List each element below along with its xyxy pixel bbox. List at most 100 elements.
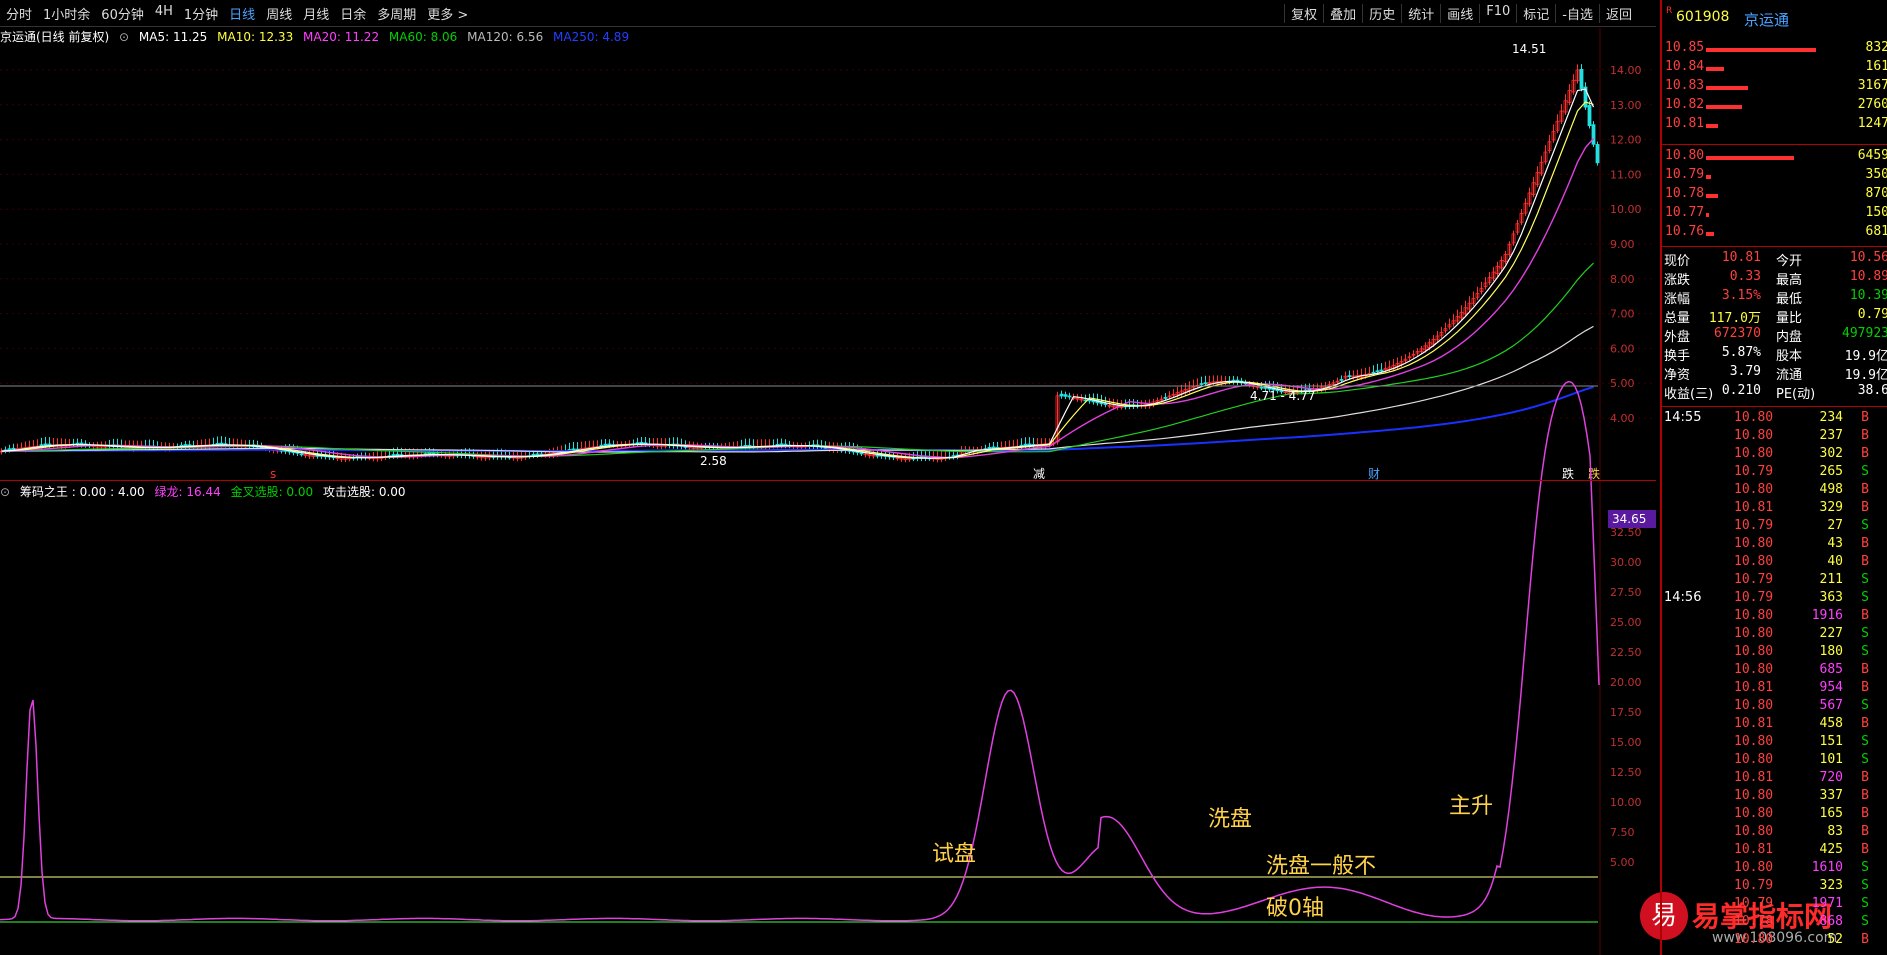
stat-label: 外盘 bbox=[1664, 330, 1691, 345]
candle-body bbox=[1259, 386, 1264, 389]
tick-volume: 227 bbox=[1819, 626, 1843, 641]
tick-price: 10.79 bbox=[1734, 896, 1774, 911]
candle-body bbox=[1379, 369, 1384, 372]
stat-label-2: 流通 bbox=[1776, 368, 1803, 383]
indicator-jincha: 金叉选股: 0.00 bbox=[230, 485, 314, 499]
price-tick-label: 5.00 bbox=[1610, 377, 1635, 390]
bid-volume-bar bbox=[1706, 194, 1718, 198]
ask-volume-bar bbox=[1706, 48, 1816, 52]
candle-body bbox=[1199, 383, 1204, 385]
tick-volume: 720 bbox=[1819, 770, 1843, 785]
tick-volume: 265 bbox=[1819, 464, 1843, 479]
tick-side: B bbox=[1861, 716, 1869, 731]
quote-panel: R 601908 京运通 10.85 832 10.84 161 10.83 3167 10… bbox=[1660, 0, 1887, 955]
tick-volume: 1610 bbox=[1811, 860, 1843, 875]
stat-row-7: 收益(三) 0.210 PE(动) 38.6 bbox=[1662, 383, 1887, 402]
tick-side: S bbox=[1861, 896, 1869, 911]
tick-price: 10.80 bbox=[1734, 788, 1774, 803]
tick-volume: 27 bbox=[1827, 518, 1843, 533]
tick-side: B bbox=[1861, 806, 1869, 821]
ma60-line bbox=[1, 262, 1594, 457]
candle-body bbox=[39, 444, 44, 447]
indicator-settings-icon[interactable]: ⊙ bbox=[0, 485, 10, 499]
tick-volume: 211 bbox=[1819, 572, 1843, 587]
candle-body bbox=[1591, 124, 1596, 145]
tick-row-13: 10.80 180 S bbox=[1662, 644, 1887, 663]
tick-volume: 425 bbox=[1819, 842, 1843, 857]
tick-side: S bbox=[1861, 590, 1869, 605]
price-tick-label: 7.00 bbox=[1610, 308, 1635, 321]
indicator-tick-label: 20.00 bbox=[1610, 676, 1642, 689]
stat-label: 涨跌 bbox=[1664, 273, 1691, 288]
candle-body bbox=[859, 452, 864, 455]
candle-body bbox=[395, 453, 400, 457]
ask-volume: 832 bbox=[1865, 40, 1887, 55]
tick-price: 10.80 bbox=[1734, 806, 1774, 821]
tick-row-29: 10.80 52 B bbox=[1662, 932, 1887, 951]
tick-volume: 237 bbox=[1819, 428, 1843, 443]
annotation-xipan-note: 洗盘一般不 bbox=[1266, 854, 1377, 879]
stat-value-2: 10.39 bbox=[1849, 288, 1887, 303]
tick-volume: 954 bbox=[1819, 680, 1843, 695]
tick-row-12: 10.80 227 S bbox=[1662, 626, 1887, 645]
indicator-line bbox=[0, 380, 1600, 922]
tick-price: 10.79 bbox=[1734, 590, 1774, 605]
tick-volume: 363 bbox=[1819, 590, 1843, 605]
stat-label-2: PE(动) bbox=[1776, 387, 1816, 402]
bid-price: 10.77 bbox=[1665, 205, 1705, 220]
tick-volume: 165 bbox=[1819, 806, 1843, 821]
candle-body bbox=[571, 448, 576, 451]
tick-row-18: 10.80 151 S bbox=[1662, 734, 1887, 753]
candle-body bbox=[607, 443, 612, 446]
price-tick-label: 6.00 bbox=[1610, 342, 1635, 355]
low-label: 2.58 bbox=[700, 454, 727, 468]
candle-body bbox=[1587, 105, 1592, 127]
event-marker-s: s bbox=[270, 467, 276, 481]
candle-body bbox=[1103, 403, 1108, 405]
stat-value: 5.87% bbox=[1721, 345, 1761, 360]
tick-row-21: 10.80 337 B bbox=[1662, 788, 1887, 807]
stock-code: 601908 bbox=[1676, 9, 1730, 25]
stat-label: 换手 bbox=[1664, 349, 1691, 364]
tick-price: 10.80 bbox=[1734, 554, 1774, 569]
ma10-line bbox=[1, 101, 1594, 459]
ask-volume: 161 bbox=[1865, 59, 1887, 74]
tick-price: 10.80 bbox=[1734, 446, 1774, 461]
tick-volume: 151 bbox=[1819, 734, 1843, 749]
tick-side: B bbox=[1861, 932, 1869, 947]
tick-row-7: 10.80 43 B bbox=[1662, 536, 1887, 555]
ma5-line bbox=[1, 88, 1595, 459]
tick-row-6: 10.79 27 S bbox=[1662, 518, 1887, 537]
tick-price: 10.80 bbox=[1734, 824, 1774, 839]
tick-volume: 323 bbox=[1819, 878, 1843, 893]
stat-label: 净资 bbox=[1664, 368, 1691, 383]
tick-price: 10.80 bbox=[1734, 626, 1774, 641]
kline-chart[interactable]: 14.00 13.00 12.00 11.00 10.00 9.00 8.00 7.00 6.0… bbox=[0, 0, 1656, 955]
indicator-header: ⊙ 筹码之王 : 0.00 : 4.00 绿龙: 16.44 金叉选股: 0.0… bbox=[0, 483, 412, 500]
stat-value: 0.210 bbox=[1721, 383, 1761, 398]
ask-price: 10.84 bbox=[1665, 59, 1705, 74]
tick-row-24: 10.81 425 B bbox=[1662, 842, 1887, 861]
tick-volume: 567 bbox=[1819, 698, 1843, 713]
tick-price: 10.79 bbox=[1734, 464, 1774, 479]
tick-side: S bbox=[1861, 644, 1869, 659]
tick-price: 10.81 bbox=[1734, 716, 1774, 731]
stat-value-2: 10.56 bbox=[1849, 250, 1887, 265]
candle-body bbox=[1347, 375, 1352, 378]
tick-volume: 1971 bbox=[1811, 896, 1843, 911]
tick-price: 10.80 bbox=[1734, 860, 1774, 875]
tick-price: 10.81 bbox=[1734, 842, 1774, 857]
tick-side: S bbox=[1861, 518, 1869, 533]
tick-price: 10.80 bbox=[1734, 662, 1774, 677]
tick-side: B bbox=[1861, 482, 1869, 497]
bid-row-3: 10.77 150 bbox=[1662, 205, 1887, 224]
tick-row-26: 10.79 323 S bbox=[1662, 878, 1887, 897]
stat-label-2: 最低 bbox=[1776, 292, 1803, 307]
tick-price: 10.80 bbox=[1734, 428, 1774, 443]
ask-row-0: 10.85 832 bbox=[1662, 40, 1887, 59]
price-tick-label: 11.00 bbox=[1610, 168, 1642, 181]
stat-value: 117.0万 bbox=[1708, 311, 1761, 326]
candle-body bbox=[11, 447, 16, 450]
stat-label-2: 内盘 bbox=[1776, 330, 1803, 345]
annotation-zhusheng: 主升 bbox=[1449, 794, 1494, 819]
